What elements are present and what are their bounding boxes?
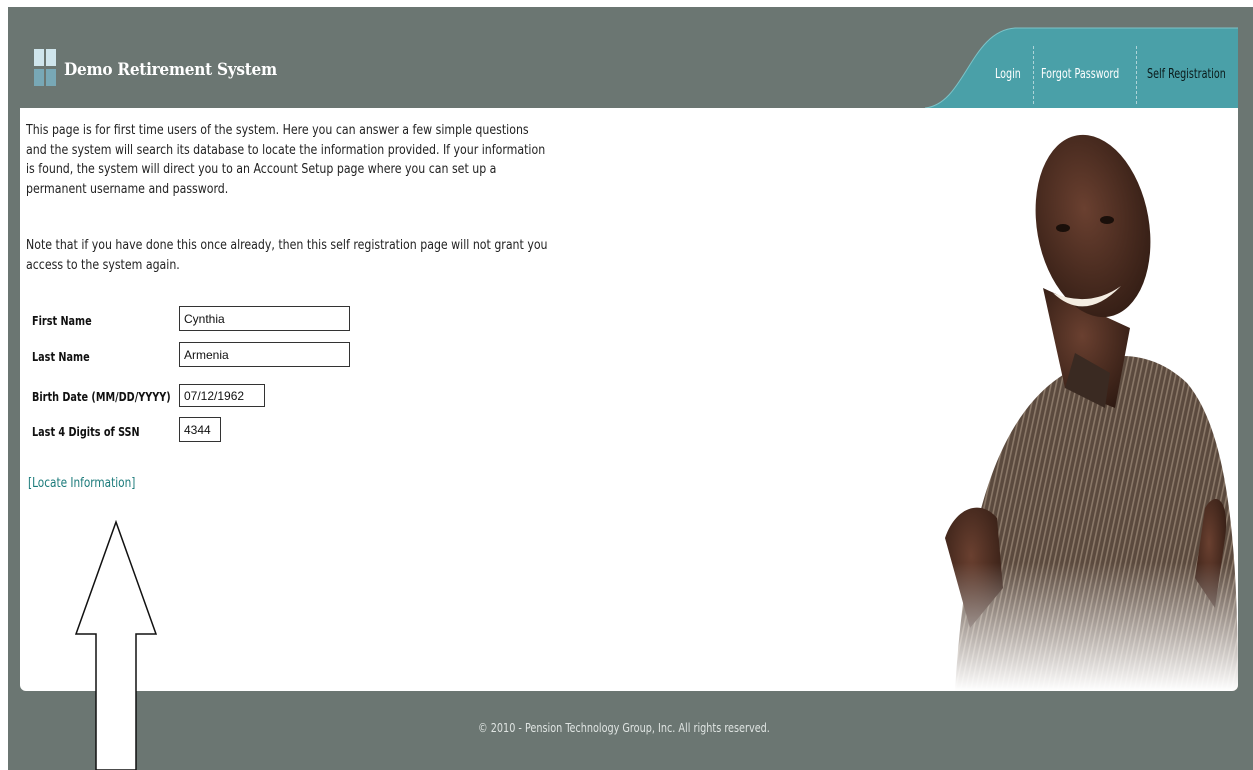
logo-icon [34, 49, 56, 86]
last-name-label: Last Name [32, 349, 90, 364]
nav-separator [1033, 46, 1034, 104]
birth-date-input[interactable] [179, 384, 265, 407]
nav-separator [1136, 46, 1137, 104]
first-name-input[interactable] [179, 306, 350, 331]
intro-paragraph: This page is for first time users of the… [26, 123, 546, 197]
ssn-label: Last 4 Digits of SSN [32, 424, 140, 439]
up-arrow-icon [74, 520, 158, 770]
app-title: Demo Retirement System [64, 60, 277, 80]
first-name-label: First Name [32, 313, 92, 328]
copyright-footer: © 2010 - Pension Technology Group, Inc. … [478, 720, 770, 735]
person-photo [925, 108, 1238, 691]
nav-self-registration-link[interactable]: Self Registration [1147, 67, 1226, 82]
content-panel: This page is for first time users of the… [20, 108, 1238, 691]
note-paragraph: Note that if you have done this once alr… [26, 238, 548, 273]
birth-date-label: Birth Date (MM/DD/YYYY) [32, 389, 171, 404]
locate-information-link[interactable]: [Locate Information] [28, 476, 135, 491]
nav-login-link[interactable]: Login [995, 67, 1021, 82]
nav-forgot-password-link[interactable]: Forgot Password [1041, 67, 1119, 82]
last-name-input[interactable] [179, 342, 350, 367]
ssn-input[interactable] [179, 417, 221, 442]
